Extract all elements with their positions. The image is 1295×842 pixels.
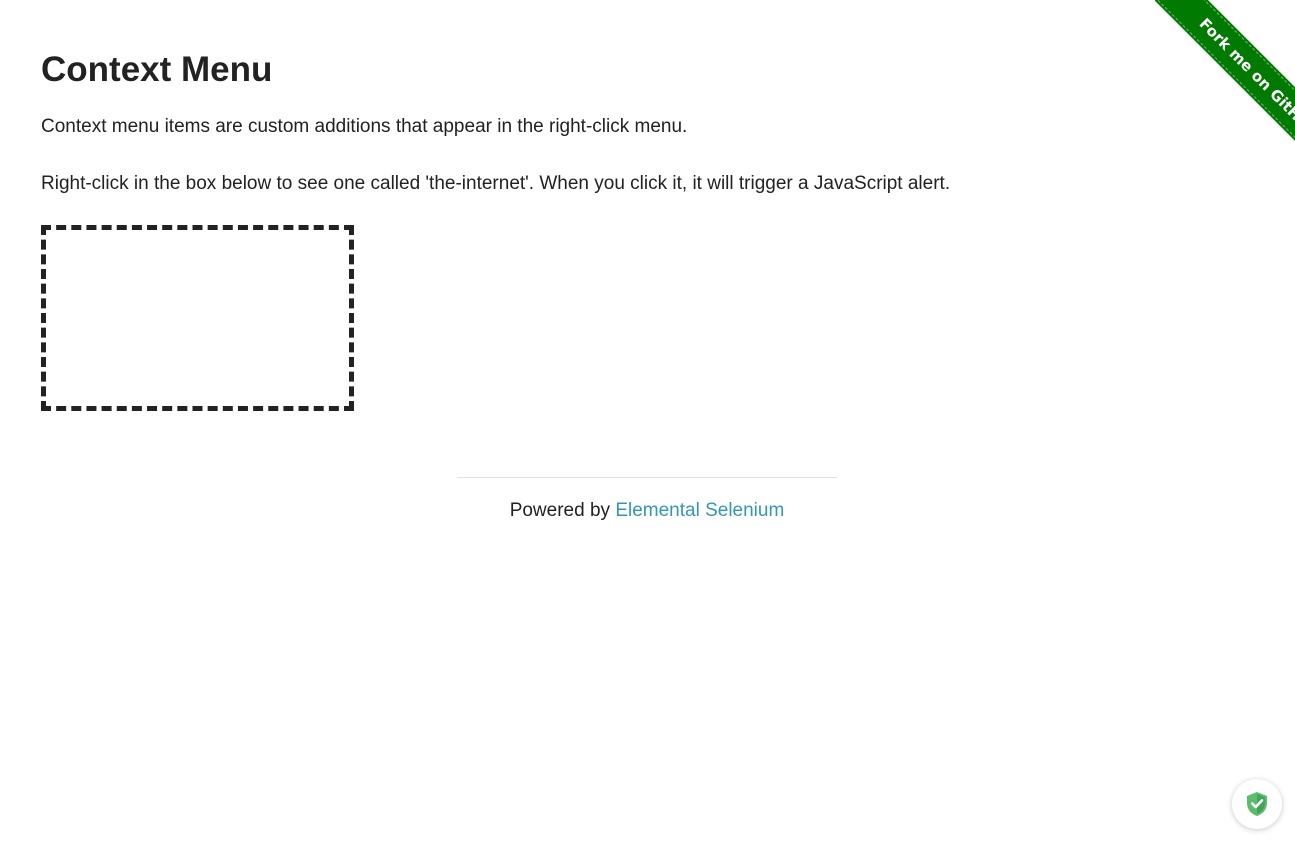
- instruction-paragraph: Right-click in the box below to see one …: [41, 173, 951, 194]
- elemental-selenium-link[interactable]: Elemental Selenium: [615, 500, 784, 521]
- footer-prefix: Powered by: [509, 500, 616, 521]
- shield-check-icon: [1247, 792, 1267, 816]
- context-menu-hot-spot[interactable]: [41, 225, 354, 411]
- footer-divider: [457, 477, 837, 478]
- security-badge[interactable]: [1232, 779, 1282, 829]
- page-title: Context Menu: [41, 50, 273, 89]
- fork-me-on-github-ribbon[interactable]: Fork me on GitHub: [1157, 0, 1295, 170]
- description-paragraph: Context menu items are custom additions …: [41, 116, 688, 137]
- footer: Powered by Elemental Selenium: [457, 499, 837, 523]
- page: Context Menu Context menu items are cust…: [0, 0, 1295, 842]
- fork-ribbon-container: Fork me on GitHub: [1125, 0, 1295, 170]
